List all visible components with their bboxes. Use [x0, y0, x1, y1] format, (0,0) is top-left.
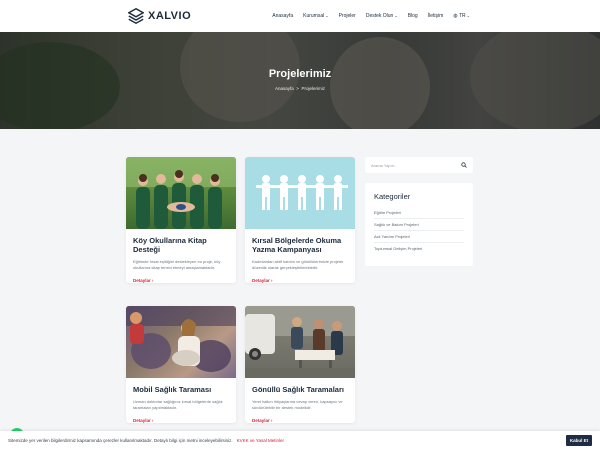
chevron-down-icon: ⌄	[466, 13, 470, 18]
logo-icon	[128, 8, 144, 24]
category-link[interactable]: Eğitim Projeleri	[374, 207, 464, 219]
card-image	[126, 306, 236, 378]
breadcrumb-home[interactable]: Anasayfa	[275, 86, 294, 91]
nav-item-anasayfa[interactable]: Anasayfa	[272, 13, 293, 19]
card-description: Kadınlardan aktif katılım ve gönüllüleri…	[252, 259, 344, 270]
breadcrumb: Anasayfa > Projelerimiz	[0, 86, 600, 91]
brand-name: XALVIO	[148, 10, 192, 22]
details-link[interactable]: Detaylar ›	[252, 278, 348, 283]
search-icon[interactable]	[461, 162, 467, 168]
page-title: Projelerimiz	[268, 68, 332, 80]
category-link[interactable]: Acil Yardım Projeleri	[374, 231, 464, 243]
nav-item-iletisim[interactable]: İletişim	[428, 13, 444, 19]
card-title[interactable]: Kırsal Bölgelerde Okuma Yazma Kampanyası	[252, 236, 348, 254]
card-image	[245, 306, 355, 378]
page-hero: Projelerimiz Anasayfa > Projelerimiz	[0, 32, 600, 129]
details-link[interactable]: Detaylar ›	[133, 418, 229, 423]
nav-item-blog[interactable]: Blog	[408, 13, 418, 19]
site-header: XALVIO Anasayfa Kurumsal⌄ Projeler Deste…	[0, 0, 600, 32]
cookie-text: Sitemizde yer verilen bilgilerdirmiz kap…	[8, 438, 233, 443]
nav-item-destek-olun[interactable]: Destek Olun⌄	[366, 13, 398, 19]
accept-cookies-button[interactable]: Kabul Et	[566, 435, 592, 446]
search-input[interactable]	[371, 162, 461, 168]
project-card[interactable]: Gönüllü Sağlık Taramaları Yerel halkın i…	[245, 306, 355, 423]
details-link[interactable]: Detaylar ›	[133, 278, 229, 283]
volunteer-screening-photo	[245, 306, 355, 378]
details-link[interactable]: Detaylar ›	[252, 418, 348, 423]
project-card[interactable]: Kırsal Bölgelerde Okuma Yazma Kampanyası…	[245, 157, 355, 283]
chevron-down-icon: ⌄	[394, 13, 398, 18]
main-nav: Anasayfa Kurumsal⌄ Projeler Destek Olun⌄…	[272, 0, 470, 32]
categories-panel: Kategoriler Eğitim Projeleri Sağlık ve B…	[365, 183, 473, 266]
cookie-banner: Sitemizde yer verilen bilgilerdirmiz kap…	[0, 431, 600, 450]
nav-item-kurumsal[interactable]: Kurumsal⌄	[303, 13, 328, 19]
category-link[interactable]: Toplumsal Gelişim Projeleri	[374, 243, 464, 254]
language-selector[interactable]: ◍ TR⌄	[453, 13, 470, 19]
card-description: Uzman doktorlar sağlığınız kırsal bölgel…	[133, 399, 223, 410]
sidebar-search	[365, 157, 473, 173]
card-image	[126, 157, 236, 229]
kvkk-link[interactable]: KVKK ve Yasal Metinler	[237, 438, 284, 443]
nav-item-projeler[interactable]: Projeler	[339, 13, 356, 19]
volunteers-photo	[126, 157, 236, 229]
paper-people-icon	[256, 175, 348, 210]
category-link[interactable]: Sağlık ve Bakım Projeleri	[374, 219, 464, 231]
hero-overlay	[0, 32, 600, 129]
brand-logo[interactable]: XALVIO	[128, 8, 191, 24]
breadcrumb-current: Projelerimiz	[301, 86, 325, 91]
breadcrumb-separator: >	[296, 86, 299, 91]
card-title[interactable]: Mobil Sağlık Taraması	[133, 385, 229, 394]
categories-title: Kategoriler	[374, 192, 411, 201]
project-card[interactable]: Mobil Sağlık Taraması Uzman doktorlar sa…	[126, 306, 236, 423]
project-card[interactable]: Köy Okullarına Kitap Desteği Eğitimde fı…	[126, 157, 236, 283]
card-description: Yerel halkın ihtiyaçlarına cevap veren, …	[252, 399, 343, 410]
card-image	[245, 157, 355, 229]
globe-icon: ◍	[453, 13, 458, 19]
chevron-down-icon: ⌄	[325, 13, 329, 18]
card-title[interactable]: Gönüllü Sağlık Taramaları	[252, 385, 348, 394]
card-title[interactable]: Köy Okullarına Kitap Desteği	[133, 236, 229, 254]
health-screening-photo	[126, 306, 236, 372]
card-description: Eğitimde fırsat eşitliğini destekleyen b…	[133, 259, 221, 270]
